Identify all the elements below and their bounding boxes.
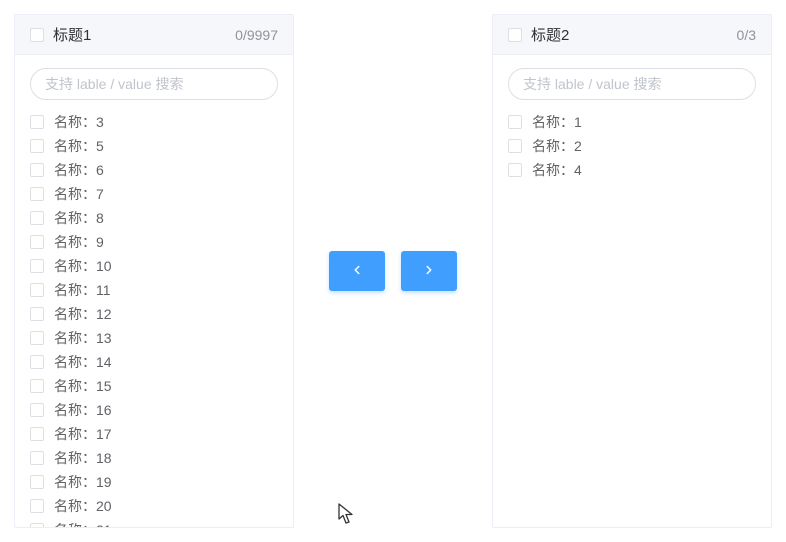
left-list[interactable]: 名称：3名称：5名称：6名称：7名称：8名称：9名称：10名称：11名称：12名… [15, 110, 293, 527]
item-label: 名称：11 [54, 278, 111, 302]
item-checkbox[interactable] [30, 331, 44, 345]
list-item[interactable]: 名称：17 [30, 422, 278, 446]
left-panel-count: 0/9997 [235, 27, 278, 43]
list-item[interactable]: 名称：9 [30, 230, 278, 254]
item-label: 名称：17 [54, 422, 112, 446]
item-label: 名称：4 [532, 158, 582, 182]
list-item[interactable]: 名称：5 [30, 134, 278, 158]
left-search-input[interactable] [30, 68, 278, 100]
item-label: 名称：20 [54, 494, 112, 518]
item-checkbox[interactable] [30, 427, 44, 441]
right-list[interactable]: 名称：1名称：2名称：4 [493, 110, 771, 527]
item-checkbox[interactable] [30, 115, 44, 129]
list-item[interactable]: 名称：14 [30, 350, 278, 374]
item-label: 名称：16 [54, 398, 112, 422]
list-item[interactable]: 名称：4 [508, 158, 756, 182]
list-item[interactable]: 名称：10 [30, 254, 278, 278]
left-panel-title: 标题1 [53, 24, 91, 45]
right-search-wrap [493, 55, 771, 110]
item-checkbox[interactable] [30, 523, 44, 527]
transfer-buttons [310, 251, 476, 291]
left-search-wrap [15, 55, 293, 110]
item-checkbox[interactable] [508, 139, 522, 153]
list-item[interactable]: 名称：18 [30, 446, 278, 470]
left-panel: 标题1 0/9997 名称：3名称：5名称：6名称：7名称：8名称：9名称：10… [14, 14, 294, 528]
list-item[interactable]: 名称：12 [30, 302, 278, 326]
list-item[interactable]: 名称：21 [30, 518, 278, 527]
item-label: 名称：13 [54, 326, 112, 350]
list-item[interactable]: 名称：15 [30, 374, 278, 398]
right-panel-header: 标题2 0/3 [493, 15, 771, 55]
right-panel: 标题2 0/3 名称：1名称：2名称：4 [492, 14, 772, 528]
item-label: 名称：19 [54, 470, 112, 494]
item-checkbox[interactable] [30, 187, 44, 201]
item-label: 名称：9 [54, 230, 104, 254]
right-select-all-checkbox[interactable] [508, 28, 522, 42]
item-label: 名称：8 [54, 206, 104, 230]
list-item[interactable]: 名称：8 [30, 206, 278, 230]
move-left-button[interactable] [329, 251, 385, 291]
item-checkbox[interactable] [30, 163, 44, 177]
move-right-button[interactable] [401, 251, 457, 291]
item-checkbox[interactable] [30, 283, 44, 297]
item-checkbox[interactable] [30, 403, 44, 417]
list-item[interactable]: 名称：16 [30, 398, 278, 422]
item-checkbox[interactable] [30, 355, 44, 369]
item-label: 名称：5 [54, 134, 104, 158]
left-select-all-checkbox[interactable] [30, 28, 44, 42]
item-checkbox[interactable] [30, 379, 44, 393]
item-label: 名称：14 [54, 350, 112, 374]
list-item[interactable]: 名称：1 [508, 110, 756, 134]
right-panel-title: 标题2 [531, 24, 569, 45]
list-item[interactable]: 名称：19 [30, 470, 278, 494]
item-label: 名称：15 [54, 374, 112, 398]
list-item[interactable]: 名称：11 [30, 278, 278, 302]
item-label: 名称：6 [54, 158, 104, 182]
item-label: 名称：7 [54, 182, 104, 206]
item-label: 名称：12 [54, 302, 112, 326]
item-checkbox[interactable] [508, 115, 522, 129]
item-checkbox[interactable] [30, 259, 44, 273]
item-checkbox[interactable] [30, 139, 44, 153]
item-checkbox[interactable] [30, 235, 44, 249]
list-item[interactable]: 名称：3 [30, 110, 278, 134]
item-label: 名称：3 [54, 110, 104, 134]
left-panel-header: 标题1 0/9997 [15, 15, 293, 55]
transfer-container: 标题1 0/9997 名称：3名称：5名称：6名称：7名称：8名称：9名称：10… [0, 0, 786, 542]
chevron-left-icon [350, 263, 364, 280]
item-label: 名称：10 [54, 254, 112, 278]
item-label: 名称：18 [54, 446, 112, 470]
list-item[interactable]: 名称：7 [30, 182, 278, 206]
item-label: 名称：21 [54, 518, 112, 527]
item-label: 名称：1 [532, 110, 582, 134]
list-item[interactable]: 名称：13 [30, 326, 278, 350]
item-label: 名称：2 [532, 134, 582, 158]
item-checkbox[interactable] [30, 475, 44, 489]
list-item[interactable]: 名称：20 [30, 494, 278, 518]
right-panel-count: 0/3 [737, 27, 756, 43]
item-checkbox[interactable] [30, 211, 44, 225]
item-checkbox[interactable] [30, 499, 44, 513]
chevron-right-icon [422, 263, 436, 280]
list-item[interactable]: 名称：6 [30, 158, 278, 182]
item-checkbox[interactable] [30, 307, 44, 321]
item-checkbox[interactable] [508, 163, 522, 177]
item-checkbox[interactable] [30, 451, 44, 465]
list-item[interactable]: 名称：2 [508, 134, 756, 158]
right-search-input[interactable] [508, 68, 756, 100]
